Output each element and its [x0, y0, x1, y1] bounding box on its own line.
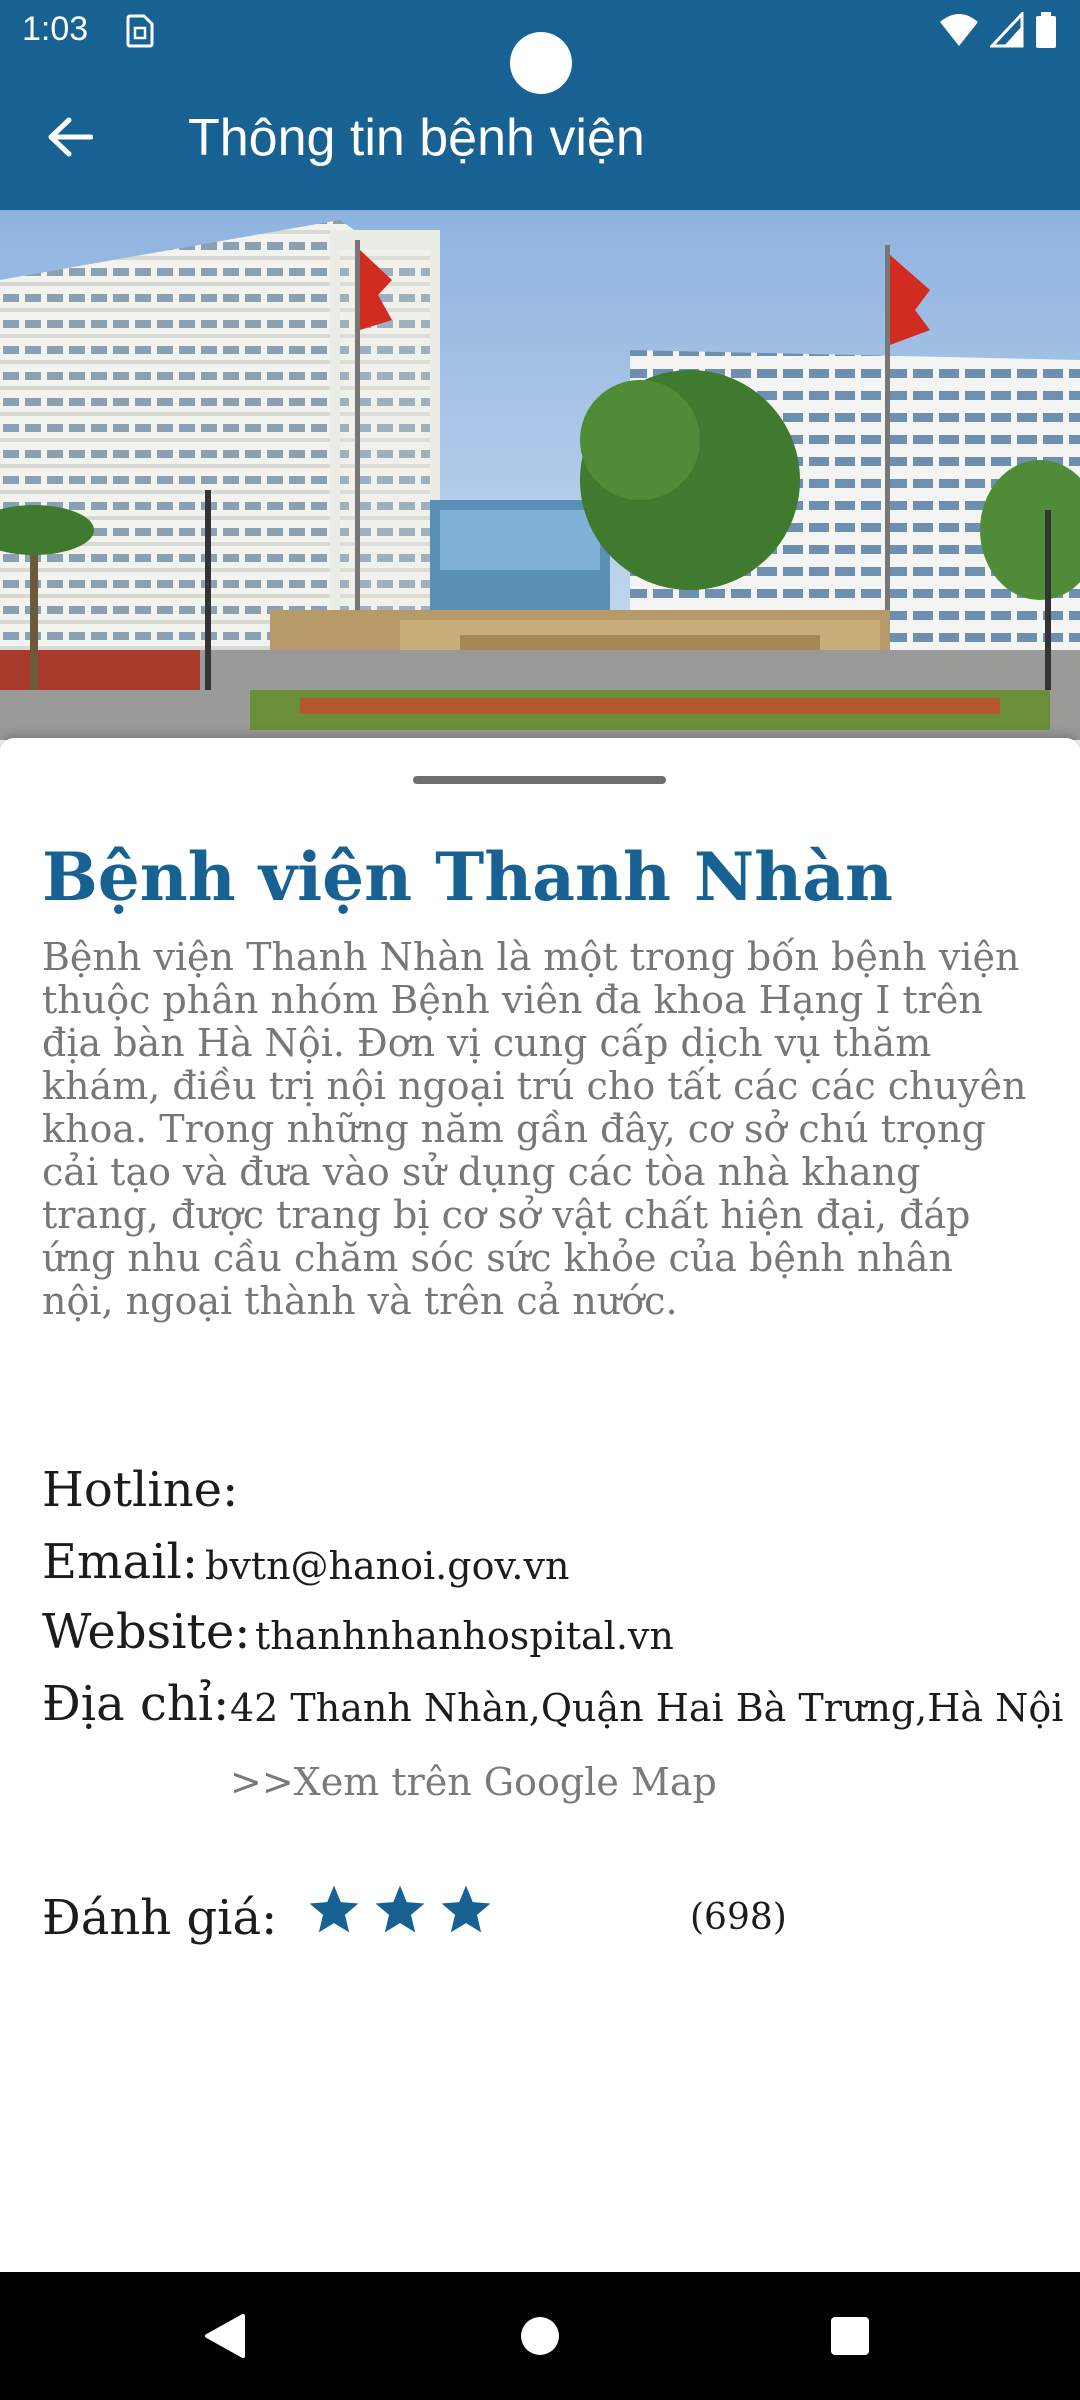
- rating-label: Đánh giá:: [42, 1890, 278, 1946]
- system-nav-bar: [0, 2272, 1080, 2400]
- hotline-label: Hotline:: [42, 1462, 239, 1518]
- cellular-signal-icon: [989, 12, 1024, 48]
- battery-icon: [1036, 12, 1056, 48]
- hospital-info-sheet: Bệnh viện Thanh Nhàn Bệnh viện Thanh Nhà…: [0, 738, 1080, 2272]
- wifi-icon: [940, 14, 979, 46]
- nav-back-button[interactable]: [195, 2306, 255, 2366]
- hospital-name: Bệnh viện Thanh Nhàn: [42, 838, 893, 916]
- status-icons: [933, 12, 1058, 52]
- drag-handle[interactable]: [413, 776, 666, 784]
- website-value[interactable]: thanhnhanhospital.vn: [255, 1606, 674, 1666]
- website-label: Website:: [42, 1604, 251, 1660]
- hospital-photo: [0, 210, 1080, 740]
- home-circle-icon: [521, 2317, 559, 2355]
- sim-card-icon: [126, 14, 154, 48]
- back-triangle-icon: [205, 2314, 245, 2358]
- google-map-link[interactable]: >>Xem trên Google Map: [230, 1752, 717, 1812]
- hospital-description: Bệnh viện Thanh Nhàn là một trong bốn bệ…: [42, 935, 1027, 1323]
- back-button[interactable]: [30, 102, 110, 172]
- rating-count: (698): [690, 1897, 787, 1938]
- email-value[interactable]: bvtn@hanoi.gov.vn: [205, 1536, 569, 1596]
- email-label: Email:: [42, 1534, 199, 1590]
- address-label: Địa chỉ:: [42, 1676, 230, 1732]
- rating-stars: [306, 1882, 499, 1942]
- nav-home-button[interactable]: [510, 2306, 570, 2366]
- arrow-left-icon: [48, 117, 93, 157]
- status-time: 1:03: [22, 10, 89, 48]
- nav-recents-button[interactable]: [820, 2306, 880, 2366]
- star-icon: [441, 1885, 491, 1933]
- star-icon: [309, 1885, 359, 1933]
- page-title: Thông tin bệnh viện: [188, 109, 645, 167]
- recents-square-icon: [831, 2317, 869, 2355]
- star-icon: [375, 1885, 425, 1933]
- address-value: 42 Thanh Nhàn,Quận Hai Bà Trưng,Hà Nội: [230, 1686, 1064, 1730]
- camera-cutout: [510, 32, 572, 94]
